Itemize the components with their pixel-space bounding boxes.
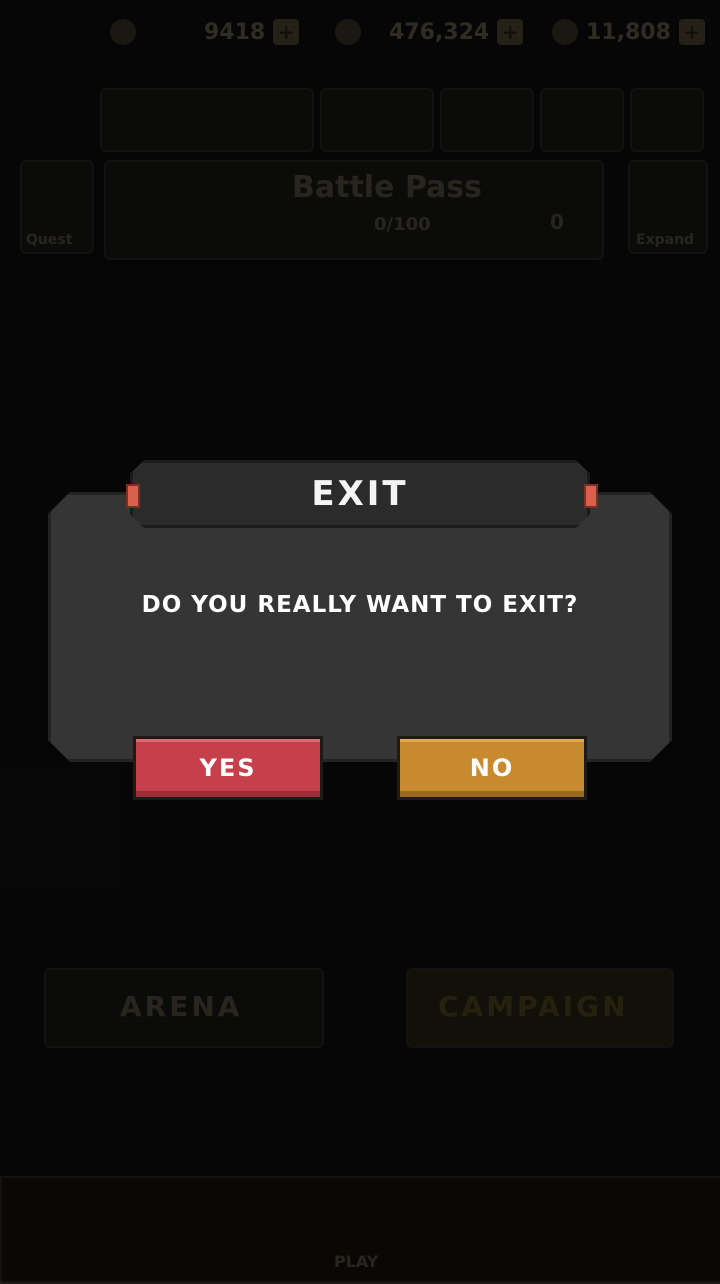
- left-gem-ornament: [126, 484, 140, 508]
- yes-button-label: YES: [199, 754, 257, 782]
- exit-dialog-frame: [48, 492, 672, 762]
- dialog-message: DO YOU REALLY WANT TO EXIT?: [141, 592, 579, 618]
- no-button-label: NO: [469, 754, 515, 782]
- dialog-title: EXIT: [311, 474, 409, 514]
- dialog-title-bar: EXIT: [130, 460, 590, 528]
- yes-button[interactable]: YES: [133, 736, 323, 800]
- right-gem-ornament: [584, 484, 598, 508]
- no-button[interactable]: NO: [397, 736, 587, 800]
